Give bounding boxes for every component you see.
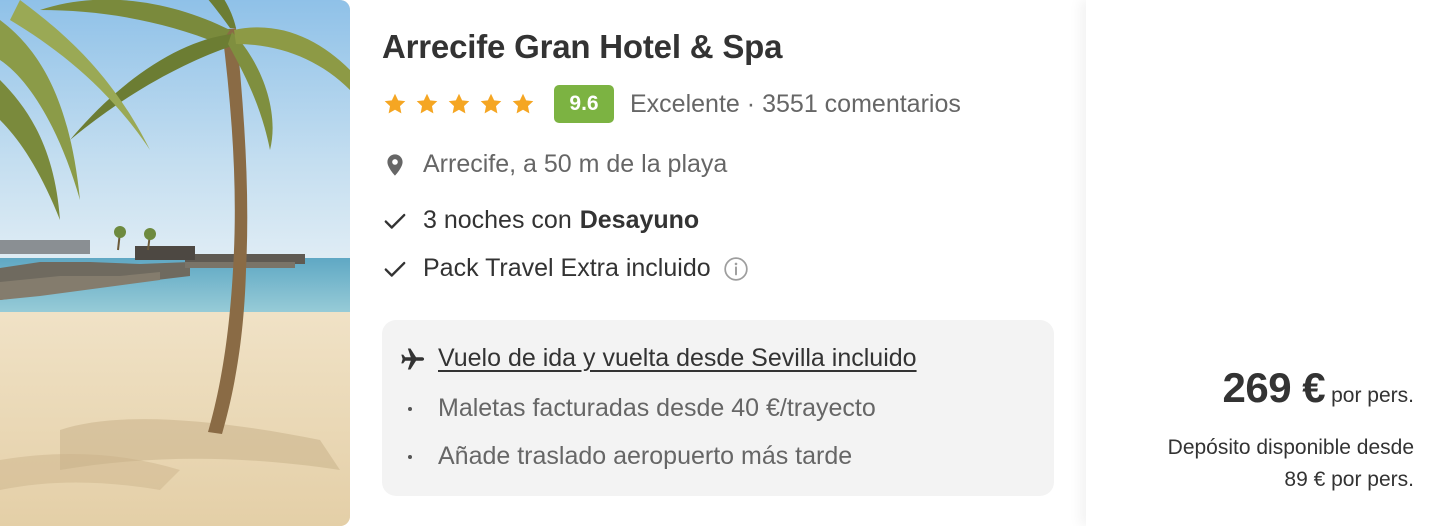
bullet-dot-icon xyxy=(408,406,412,411)
hotel-name[interactable]: Arrecife Gran Hotel & Spa xyxy=(382,28,782,66)
rating-row: 9.6 Excelente · 3551 comentarios xyxy=(382,84,961,124)
star-icon xyxy=(384,93,406,114)
flight-link[interactable]: Vuelo de ida y vuelta desde Sevilla incl… xyxy=(438,344,917,373)
deposit-line-1: Depósito disponible desde xyxy=(1167,436,1414,459)
score-badge: 9.6 xyxy=(554,85,614,123)
star-icon xyxy=(480,93,502,114)
star-icon xyxy=(512,93,534,114)
board-type: Desayuno xyxy=(579,206,700,234)
plane-icon xyxy=(401,348,425,369)
location-text: Arrecife, a 50 m de la playa xyxy=(423,150,728,178)
pack-line: Pack Travel Extra incluido xyxy=(382,254,749,283)
bullet-dot-icon xyxy=(408,454,412,459)
flight-bullet: Maletas facturadas desde 40 €/trayecto xyxy=(408,394,876,423)
review-count: 3551 comentarios xyxy=(762,89,961,118)
separator-dot: · xyxy=(746,89,756,118)
hotel-result-card[interactable]: Arrecife Gran Hotel & Spa 9.6 Excelente … xyxy=(0,0,1438,526)
transfer-text: Añade traslado aeropuerto más tarde xyxy=(438,442,853,470)
price-panel[interactable]: 269 € por pers. Depósito disponible desd… xyxy=(1086,0,1438,526)
nights-text: 3 noches con xyxy=(423,206,572,234)
hotel-photo[interactable] xyxy=(0,0,350,526)
rating-summary[interactable]: Excelente · 3551 comentarios xyxy=(630,90,961,119)
location-line: Arrecife, a 50 m de la playa xyxy=(382,150,727,179)
star-icon xyxy=(416,93,438,114)
rating-label: Excelente xyxy=(630,89,740,118)
nights-line: 3 noches con Desayuno xyxy=(382,206,699,235)
beach-palm-image xyxy=(0,0,350,526)
info-icon[interactable] xyxy=(723,256,749,282)
pack-text: Pack Travel Extra incluido xyxy=(423,254,711,282)
star-rating xyxy=(382,91,536,117)
check-icon xyxy=(384,261,406,277)
location-pin-icon xyxy=(387,153,403,176)
deposit-line-2: 89 € por pers. xyxy=(1284,468,1414,491)
star-icon xyxy=(448,93,470,114)
price-amount: 269 € xyxy=(1222,364,1326,411)
luggage-text: Maletas facturadas desde 40 €/trayecto xyxy=(438,394,876,422)
price-row: 269 € por pers. xyxy=(1223,364,1414,412)
price-per-person: por pers. xyxy=(1331,384,1414,407)
flight-bullet: Añade traslado aeropuerto más tarde xyxy=(408,442,852,471)
flight-title-row: Vuelo de ida y vuelta desde Sevilla incl… xyxy=(399,344,917,373)
deposit-info: Depósito disponible desde 89 € por pers. xyxy=(1094,432,1414,496)
hotel-info: Arrecife Gran Hotel & Spa 9.6 Excelente … xyxy=(382,0,1062,526)
check-icon xyxy=(384,213,406,229)
flight-box: Vuelo de ida y vuelta desde Sevilla incl… xyxy=(382,320,1054,496)
